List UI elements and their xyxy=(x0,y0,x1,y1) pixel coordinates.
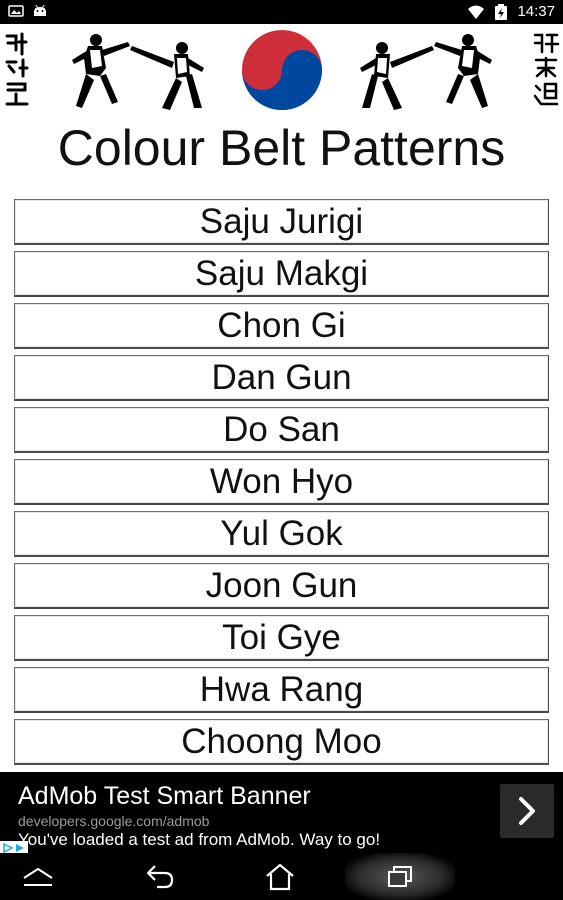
recents-icon xyxy=(388,866,412,887)
ad-banner[interactable]: AdMob Test Smart Banner developers.googl… xyxy=(0,772,563,853)
taekwondo-hangul-calligraphy xyxy=(5,32,29,106)
kicking-fighters-left xyxy=(72,34,204,110)
pattern-button-chon-gi[interactable]: Chon Gi xyxy=(14,303,549,349)
taeguk-yin-yang-symbol xyxy=(242,30,322,110)
home-caret-button[interactable] xyxy=(8,859,68,895)
header-banner xyxy=(0,24,563,114)
status-bar: 14:37 xyxy=(0,0,563,24)
pattern-button-yul-gok[interactable]: Yul Gok xyxy=(14,511,549,557)
status-time: 14:37 xyxy=(517,3,555,20)
home-icon xyxy=(266,863,294,891)
pattern-button-hwa-rang[interactable]: Hwa Rang xyxy=(14,667,549,713)
pattern-button-do-san[interactable]: Do San xyxy=(14,407,549,453)
ad-description: You've loaded a test ad from AdMob. Way … xyxy=(18,830,381,849)
pattern-button-won-hyo[interactable]: Won Hyo xyxy=(14,459,549,505)
ad-title[interactable]: AdMob Test Smart Banner xyxy=(18,780,311,812)
battery-charging-icon xyxy=(495,4,508,20)
kicking-fighters-right xyxy=(360,34,492,110)
pattern-list: Saju Jurigi Saju Makgi Chon Gi Dan Gun D… xyxy=(14,199,549,771)
pattern-button-toi-gye[interactable]: Toi Gye xyxy=(14,615,549,661)
android-icon xyxy=(34,4,46,16)
home-button[interactable] xyxy=(250,859,310,895)
back-icon xyxy=(146,865,174,889)
pattern-button-joon-gun[interactable]: Joon Gun xyxy=(14,563,549,609)
pattern-button-saju-jurigi[interactable]: Saju Jurigi xyxy=(14,199,549,245)
pattern-button-saju-makgi[interactable]: Saju Makgi xyxy=(14,251,549,297)
page-title: Colour Belt Patterns xyxy=(57,120,506,176)
chevron-right-icon xyxy=(519,797,535,825)
home-caret-icon xyxy=(23,867,53,886)
ad-open-button[interactable] xyxy=(500,784,554,838)
pattern-button-choong-moo[interactable]: Choong Moo xyxy=(14,719,549,765)
taekwondo-hanja-calligraphy xyxy=(533,33,560,106)
recents-button[interactable] xyxy=(370,859,430,895)
photo-icon xyxy=(8,5,24,17)
ad-url[interactable]: developers.google.com/admob xyxy=(18,812,209,830)
wifi-icon xyxy=(468,5,485,19)
pattern-button-dan-gun[interactable]: Dan Gun xyxy=(14,355,549,401)
back-button[interactable] xyxy=(130,859,190,895)
